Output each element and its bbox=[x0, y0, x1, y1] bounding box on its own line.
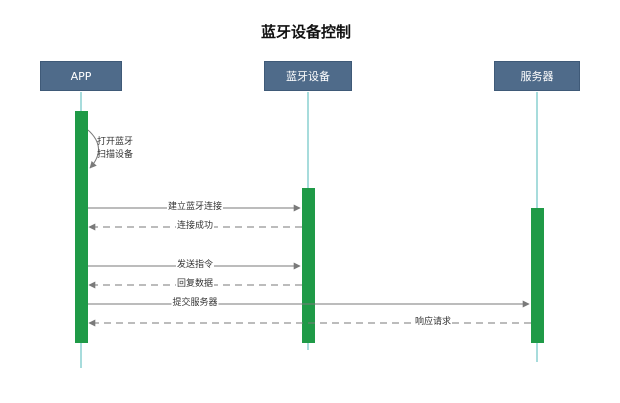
message-label-response: 响应请求 bbox=[413, 317, 453, 328]
actor-app: APP bbox=[40, 61, 122, 91]
self-message-label: 打开蓝牙 扫描设备 bbox=[97, 137, 134, 160]
sequence-diagram: 蓝牙设备控制 APP 蓝牙设备 服务器 打开蓝牙 扫描设备 建立蓝牙连接 连接成… bbox=[0, 0, 620, 403]
message-label-reply-data: 回复数据 bbox=[175, 279, 215, 290]
activation-app bbox=[75, 111, 88, 343]
activation-bluetooth-device bbox=[302, 188, 315, 343]
message-label-submit-server: 提交服务器 bbox=[171, 298, 219, 309]
activation-server bbox=[531, 208, 544, 343]
actor-bluetooth-device: 蓝牙设备 bbox=[264, 61, 352, 91]
actor-server: 服务器 bbox=[494, 61, 580, 91]
message-label-connect: 建立蓝牙连接 bbox=[166, 202, 224, 213]
message-label-connected: 连接成功 bbox=[175, 221, 215, 232]
message-label-send-command: 发送指令 bbox=[175, 260, 215, 271]
